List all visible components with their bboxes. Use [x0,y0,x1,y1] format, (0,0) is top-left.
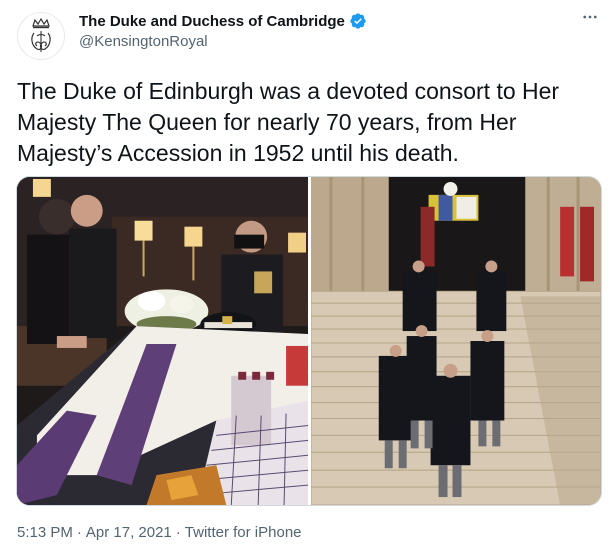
tweet: The Duke and Duchess of Cambridge @Kensi… [0,0,615,553]
author-name-row[interactable]: The Duke and Duchess of Cambridge [79,12,367,30]
more-horizontal-icon[interactable] [581,8,599,31]
author-display-name[interactable]: The Duke and Duchess of Cambridge [79,13,345,30]
procession-steps-photo[interactable] [311,177,601,505]
procession-steps-illustration [311,177,601,505]
tweet-source-link[interactable]: Twitter for iPhone [185,524,302,541]
tweet-meta: 5:13 PM · Apr 17, 2021 · Twitter for iPh… [17,524,302,541]
more-dots-icon [583,15,597,19]
tweet-media[interactable] [16,176,602,506]
avatar[interactable] [17,12,65,60]
coffin-photo-illustration [17,177,308,505]
tweet-text: The Duke of Edinburgh was a devoted cons… [17,78,560,166]
meta-separator-2: · [175,524,181,541]
verified-badge-icon [350,13,366,29]
meta-separator: · [76,524,82,541]
royal-cypher-crest-icon [31,17,51,52]
tweet-time[interactable]: 5:13 PM [17,524,73,541]
tweet-date[interactable]: Apr 17, 2021 [86,524,172,541]
author-handle[interactable]: @KensingtonRoyal [79,33,208,50]
coffin-photo[interactable] [17,177,308,505]
